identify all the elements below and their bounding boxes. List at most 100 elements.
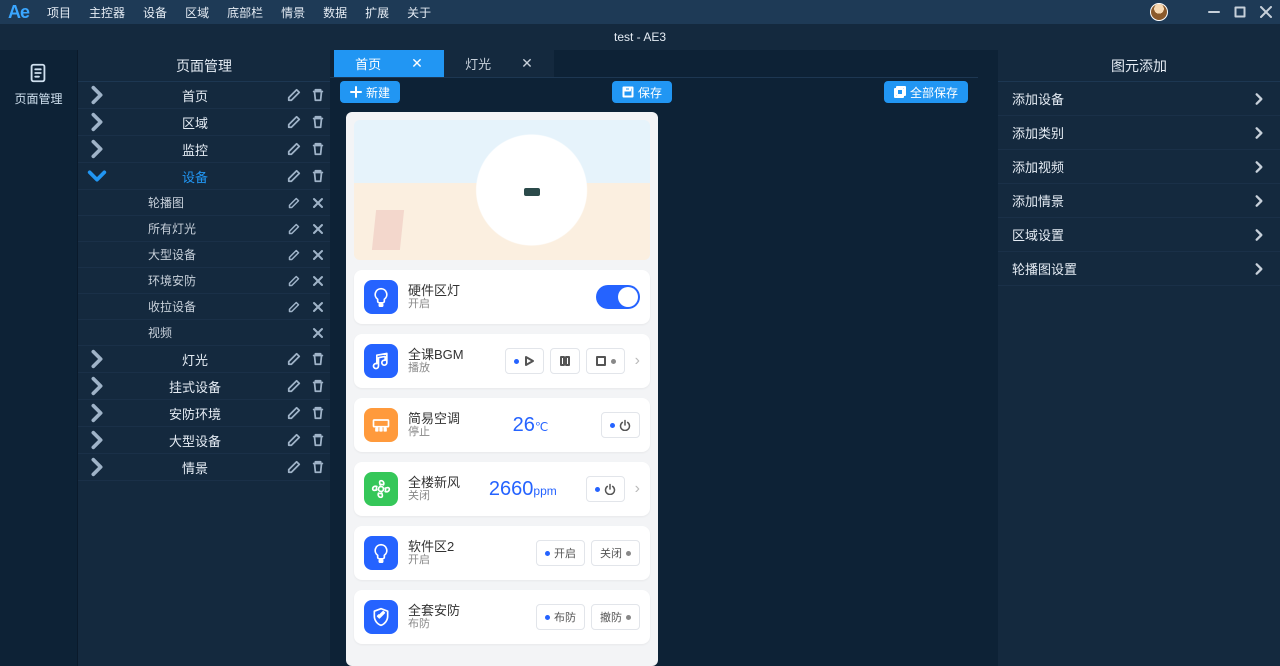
tree-subrow[interactable]: 大型设备 [78, 242, 330, 268]
delete-icon[interactable] [306, 88, 330, 102]
tab-home[interactable]: 首页 ✕ [334, 50, 444, 77]
edit-icon[interactable] [282, 275, 306, 287]
edit-icon[interactable] [282, 88, 306, 102]
right-panel-item[interactable]: 添加类别 [998, 116, 1280, 150]
banner-image[interactable] [354, 120, 650, 260]
delete-icon[interactable] [306, 142, 330, 156]
tree-row[interactable]: 区域 [78, 109, 330, 136]
chevron-down-icon[interactable] [86, 165, 108, 187]
chevron-right-icon[interactable] [86, 456, 108, 478]
tree-row[interactable]: 监控 [78, 136, 330, 163]
edit-icon[interactable] [282, 223, 306, 235]
right-panel-item[interactable]: 添加情景 [998, 184, 1280, 218]
chevron-right-icon[interactable]: › [635, 480, 640, 498]
tab-close-icon[interactable]: ✕ [521, 55, 533, 72]
delete-icon[interactable] [306, 169, 330, 183]
play-button[interactable] [505, 348, 544, 374]
pause-button[interactable] [550, 348, 580, 374]
delete-icon[interactable] [306, 460, 330, 474]
tree-row[interactable]: 设备 [78, 163, 330, 190]
chevron-right-icon[interactable] [86, 111, 108, 133]
menu-scene[interactable]: 情景 [281, 4, 305, 21]
power-button[interactable] [601, 412, 640, 438]
rail-page-manage[interactable]: 页面管理 [14, 62, 62, 107]
tree-row[interactable]: 灯光 [78, 346, 330, 373]
on-button[interactable]: 开启 [536, 540, 585, 566]
chevron-right-icon[interactable] [86, 375, 108, 397]
chevron-right-icon[interactable] [86, 429, 108, 451]
tree-row[interactable]: 情景 [78, 454, 330, 481]
chevron-right-icon[interactable] [86, 402, 108, 424]
tree-row[interactable]: 挂式设备 [78, 373, 330, 400]
off-button[interactable]: 关闭 [591, 540, 640, 566]
chevron-right-icon[interactable]: › [635, 352, 640, 370]
right-panel-item[interactable]: 轮播图设置 [998, 252, 1280, 286]
remove-icon[interactable] [306, 301, 330, 313]
device-card[interactable]: 简易空调停止26℃ [354, 398, 650, 452]
device-card[interactable]: 全套安防布防布防撤防 [354, 590, 650, 644]
tab-light[interactable]: 灯光 ✕ [444, 50, 554, 77]
tree-row[interactable]: 安防环境 [78, 400, 330, 427]
remove-icon[interactable] [306, 197, 330, 209]
close-icon[interactable] [1260, 6, 1272, 18]
right-panel-item[interactable]: 添加视频 [998, 150, 1280, 184]
toggle-switch[interactable] [596, 285, 640, 309]
delete-icon[interactable] [306, 406, 330, 420]
tree-subrow[interactable]: 环境安防 [78, 268, 330, 294]
menu-controller[interactable]: 主控器 [89, 4, 125, 21]
edit-icon[interactable] [282, 433, 306, 447]
minimize-icon[interactable] [1208, 6, 1220, 18]
tree-subrow[interactable]: 视频 [78, 320, 330, 346]
chevron-right-icon[interactable] [86, 84, 108, 106]
device-card[interactable]: 硬件区灯开启 [354, 270, 650, 324]
tree-subrow[interactable]: 轮播图 [78, 190, 330, 216]
save-all-button[interactable]: 全部保存 [884, 81, 968, 103]
save-button[interactable]: 保存 [612, 81, 672, 103]
edit-icon[interactable] [282, 379, 306, 393]
tree-row[interactable]: 大型设备 [78, 427, 330, 454]
edit-icon[interactable] [282, 142, 306, 156]
remove-icon[interactable] [306, 275, 330, 287]
menu-about[interactable]: 关于 [407, 4, 431, 21]
new-button[interactable]: 新建 [340, 81, 400, 103]
menu-device[interactable]: 设备 [143, 4, 167, 21]
remove-icon[interactable] [306, 223, 330, 235]
edit-icon[interactable] [282, 197, 306, 209]
tab-close-icon[interactable]: ✕ [411, 55, 423, 72]
edit-icon[interactable] [282, 406, 306, 420]
delete-icon[interactable] [306, 352, 330, 366]
edit-icon[interactable] [282, 301, 306, 313]
on-button[interactable]: 布防 [536, 604, 585, 630]
device-card[interactable]: 软件区2开启开启关闭 [354, 526, 650, 580]
delete-icon[interactable] [306, 433, 330, 447]
edit-icon[interactable] [282, 460, 306, 474]
edit-icon[interactable] [282, 249, 306, 261]
menu-project[interactable]: 项目 [47, 4, 71, 21]
power-button[interactable] [586, 476, 625, 502]
card-subtitle: 停止 [408, 426, 460, 439]
edit-icon[interactable] [282, 169, 306, 183]
delete-icon[interactable] [306, 115, 330, 129]
menu-area[interactable]: 区域 [185, 4, 209, 21]
tree-row[interactable]: 首页 [78, 82, 330, 109]
menu-extension[interactable]: 扩展 [365, 4, 389, 21]
device-card[interactable]: 全楼新风关闭2660ppm› [354, 462, 650, 516]
tree-subrow[interactable]: 收拉设备 [78, 294, 330, 320]
maximize-icon[interactable] [1234, 6, 1246, 18]
menu-bottombar[interactable]: 底部栏 [227, 4, 263, 21]
right-panel-item[interactable]: 添加设备 [998, 82, 1280, 116]
device-card[interactable]: 全课BGM播放› [354, 334, 650, 388]
chevron-right-icon[interactable] [86, 348, 108, 370]
stop-button[interactable] [586, 348, 625, 374]
tree-subrow[interactable]: 所有灯光 [78, 216, 330, 242]
chevron-right-icon[interactable] [86, 138, 108, 160]
menu-data[interactable]: 数据 [323, 4, 347, 21]
remove-icon[interactable] [306, 327, 330, 339]
delete-icon[interactable] [306, 379, 330, 393]
off-button[interactable]: 撤防 [591, 604, 640, 630]
edit-icon[interactable] [282, 115, 306, 129]
right-panel-item[interactable]: 区域设置 [998, 218, 1280, 252]
user-avatar[interactable] [1150, 3, 1168, 21]
remove-icon[interactable] [306, 249, 330, 261]
edit-icon[interactable] [282, 352, 306, 366]
